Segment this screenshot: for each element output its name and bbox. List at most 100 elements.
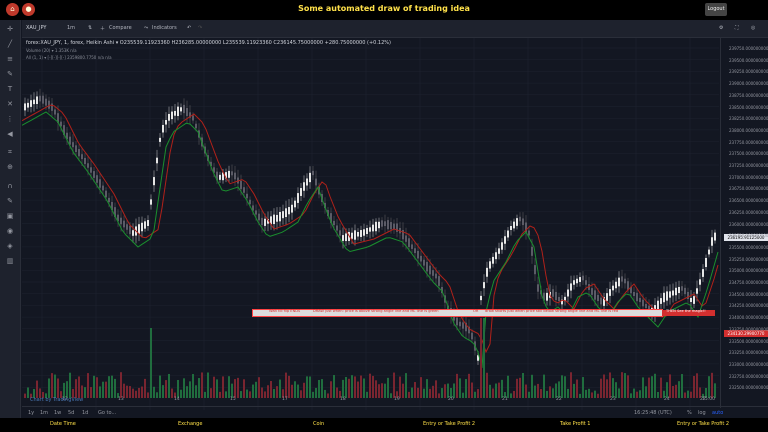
candle: [612, 285, 614, 291]
candle: [168, 113, 170, 121]
volume-bar: [78, 376, 80, 398]
lock-icon[interactable]: ▣: [5, 212, 15, 221]
logout-button[interactable]: Logout: [705, 3, 727, 16]
time-tick-label: 23: [610, 397, 616, 402]
range-button[interactable]: 1y: [28, 410, 34, 416]
candle: [24, 103, 26, 111]
footer-tab[interactable]: Coin: [313, 421, 324, 427]
layers-icon[interactable]: ◈: [5, 242, 15, 251]
candle: [192, 115, 194, 121]
candle: [102, 185, 104, 191]
screenshot-icon[interactable]: ◎: [751, 25, 755, 31]
arrow-left-icon[interactable]: ◀: [5, 130, 15, 139]
candle: [633, 291, 635, 297]
candle: [312, 170, 314, 176]
price-chart[interactable]: [22, 38, 719, 410]
range-button[interactable]: 5d: [68, 410, 74, 416]
candle: [420, 255, 422, 262]
candle: [360, 230, 362, 237]
candle: [597, 294, 599, 302]
interval-select[interactable]: 1m: [67, 25, 75, 31]
magnet-icon[interactable]: ∩: [5, 182, 15, 191]
candle: [495, 252, 497, 260]
footer-tab[interactable]: Take Profit 1: [560, 421, 591, 427]
ruler-icon[interactable]: ⌗: [5, 148, 15, 157]
stay-drawing-icon[interactable]: ✎: [5, 197, 15, 206]
candle: [123, 220, 125, 228]
candle: [606, 293, 608, 301]
time-tick-label: 21: [502, 397, 508, 402]
price-tick-label: 237000.000000000: [729, 174, 768, 180]
volume-bar: [306, 376, 308, 398]
auto-toggle[interactable]: auto: [712, 410, 723, 416]
trash-icon[interactable]: ▥: [5, 257, 15, 266]
footer-tab[interactable]: Exchange: [178, 421, 202, 427]
candle: [126, 224, 128, 230]
log-toggle[interactable]: log: [698, 410, 706, 416]
footer-tab[interactable]: Entry or Take Profit 2: [677, 421, 729, 427]
volume-bar: [198, 378, 200, 398]
price-tick-label: 239000.000000000: [729, 81, 768, 87]
fullscreen-icon[interactable]: ⛶: [735, 25, 739, 31]
volume-bar: [420, 377, 422, 398]
tradingview-watermark[interactable]: Chart by TradingView: [30, 397, 83, 403]
compare-icon[interactable]: ＋: [100, 25, 105, 32]
pattern-icon[interactable]: ✕: [5, 100, 15, 109]
candle: [621, 276, 623, 282]
trend-line-icon[interactable]: ╱: [5, 40, 15, 49]
horizontal-line-icon[interactable]: ≡: [5, 55, 15, 64]
candle: [579, 277, 581, 282]
candle: [186, 108, 188, 116]
volume-bar: [192, 374, 194, 398]
candle: [546, 292, 548, 301]
eye-icon[interactable]: ◉: [5, 227, 15, 236]
volume-bar: [222, 376, 224, 398]
compare-button[interactable]: Compare: [109, 25, 132, 31]
candle: [570, 283, 572, 291]
indicator-legend: All (1, 1) ▾ [-][-][-][-] 2359800.7750 n…: [26, 55, 112, 60]
volume-bar: [228, 376, 230, 398]
volume-bar: [150, 328, 152, 398]
candle: [696, 288, 698, 294]
text-icon[interactable]: T: [5, 85, 15, 94]
candle: [510, 225, 512, 231]
price-tick-label: 238000.000000000: [729, 127, 768, 133]
range-button[interactable]: 1d: [82, 410, 88, 416]
candle: [702, 269, 704, 277]
crosshair-icon[interactable]: ✛: [5, 25, 15, 34]
footer-tab[interactable]: Entry or Take Profit 2: [423, 421, 475, 427]
candle: [660, 298, 662, 304]
time-tick-label: 15: [230, 397, 236, 402]
candle: [78, 149, 80, 157]
candle: [429, 265, 431, 275]
settings-icon[interactable]: ⚙: [719, 25, 723, 31]
candle: [147, 220, 149, 226]
candle: [279, 212, 281, 222]
fib-icon[interactable]: ⋮: [5, 115, 15, 124]
volume-bar: [696, 373, 698, 398]
time-axis[interactable]: 12 13 14 15 17 18 19 20 21 22 23 24 27 15:00: [22, 396, 719, 406]
zoom-icon[interactable]: ⊕: [5, 163, 15, 172]
range-button[interactable]: 1w: [54, 410, 61, 416]
indicators-button[interactable]: Indicators: [152, 25, 177, 31]
volume-bar: [480, 318, 482, 398]
footer-tab[interactable]: Date Time: [50, 421, 76, 427]
indicators-icon[interactable]: ⤳: [144, 25, 148, 31]
candle: [417, 250, 419, 259]
range-button[interactable]: 1m: [40, 410, 48, 416]
annotation-draw-short: draw shorts just when price still below …: [485, 309, 619, 313]
candle: [414, 248, 416, 254]
symbol-search[interactable]: XAU_JPY: [26, 25, 46, 31]
volume-bar: [519, 377, 521, 398]
candle: [522, 218, 524, 226]
candle: [594, 290, 596, 300]
chart-style-icon[interactable]: ⇅: [88, 25, 92, 31]
percent-toggle[interactable]: %: [687, 410, 692, 416]
undo-icon[interactable]: ↶: [187, 25, 191, 31]
volume-bar: [621, 372, 623, 398]
brush-icon[interactable]: ✎: [5, 70, 15, 79]
price-axis[interactable]: 236195.91125000 234130.29900770 239750.0…: [720, 38, 768, 408]
candle: [165, 120, 167, 125]
range-button[interactable]: Go to...: [98, 410, 116, 416]
redo-icon[interactable]: ↷: [198, 25, 202, 31]
